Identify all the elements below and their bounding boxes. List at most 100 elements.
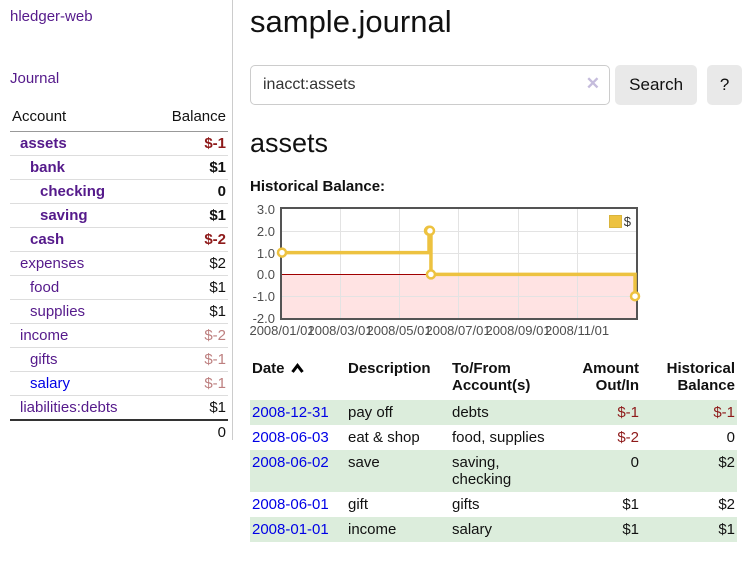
x-tick-label: 2008/07/01 bbox=[425, 323, 490, 338]
transaction-description: save bbox=[346, 450, 450, 492]
account-link-food[interactable]: food bbox=[30, 279, 59, 296]
y-tick-label: 3.0 bbox=[257, 202, 275, 217]
sidebar-divider bbox=[232, 0, 233, 440]
transaction-amount: 0 bbox=[580, 450, 641, 492]
account-column-header: Account bbox=[10, 104, 152, 132]
account-balance: $1 bbox=[152, 276, 228, 300]
accounts-header-row: Account Balance bbox=[10, 104, 228, 132]
transaction-balance: $2 bbox=[641, 450, 737, 492]
amount-column-header: Amount Out/In bbox=[580, 358, 641, 400]
main-content: sample.journal ✕ Search ? assets Histori… bbox=[250, 0, 742, 542]
y-tick-label: 0.0 bbox=[257, 267, 275, 282]
y-tick-label: 1.0 bbox=[257, 246, 275, 261]
date-column-header: Date bbox=[250, 358, 346, 400]
account-row: income $-2 bbox=[10, 324, 228, 348]
description-column-header: Description bbox=[346, 358, 450, 400]
sidebar-item-journal[interactable]: Journal bbox=[10, 70, 59, 87]
transaction-date-link[interactable]: 2008-06-03 bbox=[252, 429, 329, 446]
transaction-amount: $1 bbox=[580, 517, 641, 542]
transaction-row: 2008-06-02 save saving, checking 0 $2 bbox=[250, 450, 737, 492]
transaction-balance: $1 bbox=[641, 517, 737, 542]
account-balance: $1 bbox=[152, 300, 228, 324]
accounts-column-header: To/From Account(s) bbox=[450, 358, 580, 400]
x-tick-label: 2008/09/01 bbox=[485, 323, 550, 338]
balance-step-line bbox=[282, 209, 636, 318]
chart-title: Historical Balance: bbox=[250, 178, 742, 195]
app-title-link[interactable]: hledger-web bbox=[10, 8, 93, 25]
chart-x-axis: 2008/01/012008/03/012008/05/012008/07/01… bbox=[280, 320, 642, 340]
x-tick-label: 2008/05/01 bbox=[366, 323, 431, 338]
transaction-balance: $2 bbox=[641, 492, 737, 517]
transaction-date-link[interactable]: 2008-12-31 bbox=[252, 404, 329, 421]
account-balance: $-2 bbox=[152, 324, 228, 348]
transaction-accounts: salary bbox=[450, 517, 580, 542]
register-table: Date Description To/From Account(s) Amou… bbox=[250, 358, 737, 542]
account-balance: 0 bbox=[152, 180, 228, 204]
balance-column-header: Historical Balance bbox=[641, 358, 737, 400]
account-row: saving $1 bbox=[10, 204, 228, 228]
account-row: cash $-2 bbox=[10, 228, 228, 252]
account-balance: $1 bbox=[152, 204, 228, 228]
legend-label: $ bbox=[624, 214, 631, 229]
accounts-total-row: 0 bbox=[10, 420, 228, 444]
account-link-saving[interactable]: saving bbox=[40, 207, 88, 224]
page-title: sample.journal bbox=[250, 4, 742, 40]
x-tick-label: 2008/11/01 bbox=[545, 323, 609, 338]
search-button[interactable]: Search bbox=[615, 65, 697, 105]
chart-legend: $ bbox=[609, 214, 631, 229]
account-link-liabilities-debts[interactable]: liabilities:debts bbox=[20, 399, 118, 416]
data-point-marker bbox=[278, 249, 286, 257]
legend-swatch bbox=[609, 215, 622, 228]
account-row: food $1 bbox=[10, 276, 228, 300]
transaction-date-link[interactable]: 2008-06-01 bbox=[252, 496, 329, 513]
x-tick-label: 2008/01/01 bbox=[249, 323, 314, 338]
transaction-accounts: gifts bbox=[450, 492, 580, 517]
transaction-date-link[interactable]: 2008-06-02 bbox=[252, 454, 329, 471]
account-balance: $2 bbox=[152, 252, 228, 276]
account-balance: $-2 bbox=[152, 228, 228, 252]
balance-column-header: Balance bbox=[152, 104, 228, 132]
account-link-gifts[interactable]: gifts bbox=[30, 351, 58, 368]
help-button[interactable]: ? bbox=[707, 65, 742, 105]
account-link-supplies[interactable]: supplies bbox=[30, 303, 85, 320]
transaction-balance: 0 bbox=[641, 425, 737, 450]
account-link-bank[interactable]: bank bbox=[30, 159, 65, 176]
clear-search-icon[interactable]: ✕ bbox=[586, 74, 600, 94]
account-balance: $-1 bbox=[152, 372, 228, 396]
account-row: expenses $2 bbox=[10, 252, 228, 276]
data-point-marker bbox=[427, 270, 435, 278]
transaction-balance: $-1 bbox=[641, 400, 737, 425]
account-row: salary $-1 bbox=[10, 372, 228, 396]
account-link-expenses[interactable]: expenses bbox=[20, 255, 84, 272]
transaction-date-link[interactable]: 2008-01-01 bbox=[252, 521, 329, 538]
historical-balance-chart: 3.02.01.00.0-1.0-2.0 $ bbox=[250, 207, 742, 320]
date-header-label: Date bbox=[252, 360, 285, 377]
account-link-salary[interactable]: salary bbox=[30, 375, 70, 392]
account-link-assets[interactable]: assets bbox=[20, 135, 67, 152]
account-link-cash[interactable]: cash bbox=[30, 231, 64, 248]
transaction-amount: $-2 bbox=[580, 425, 641, 450]
account-balance: $-1 bbox=[152, 348, 228, 372]
transaction-description: eat & shop bbox=[346, 425, 450, 450]
account-link-checking[interactable]: checking bbox=[40, 183, 105, 200]
account-row: checking 0 bbox=[10, 180, 228, 204]
x-tick-label: 2008/03/01 bbox=[307, 323, 372, 338]
account-row: liabilities:debts $1 bbox=[10, 396, 228, 421]
chart-y-axis: 3.02.01.00.0-1.0-2.0 bbox=[250, 207, 280, 320]
register-header-row: Date Description To/From Account(s) Amou… bbox=[250, 358, 737, 400]
search-form: ✕ Search ? bbox=[250, 65, 742, 105]
transaction-description: income bbox=[346, 517, 450, 542]
transaction-amount: $-1 bbox=[580, 400, 641, 425]
transaction-accounts: saving, checking bbox=[450, 450, 580, 492]
data-point-marker bbox=[426, 227, 434, 235]
transaction-description: gift bbox=[346, 492, 450, 517]
transaction-row: 2008-12-31 pay off debts $-1 $-1 bbox=[250, 400, 737, 425]
y-tick-label: -1.0 bbox=[253, 289, 275, 304]
account-row: bank $1 bbox=[10, 156, 228, 180]
search-input[interactable] bbox=[250, 65, 610, 105]
transaction-amount: $1 bbox=[580, 492, 641, 517]
account-link-income[interactable]: income bbox=[20, 327, 68, 344]
y-tick-label: 2.0 bbox=[257, 224, 275, 239]
account-balance: $1 bbox=[152, 156, 228, 180]
account-row: gifts $-1 bbox=[10, 348, 228, 372]
